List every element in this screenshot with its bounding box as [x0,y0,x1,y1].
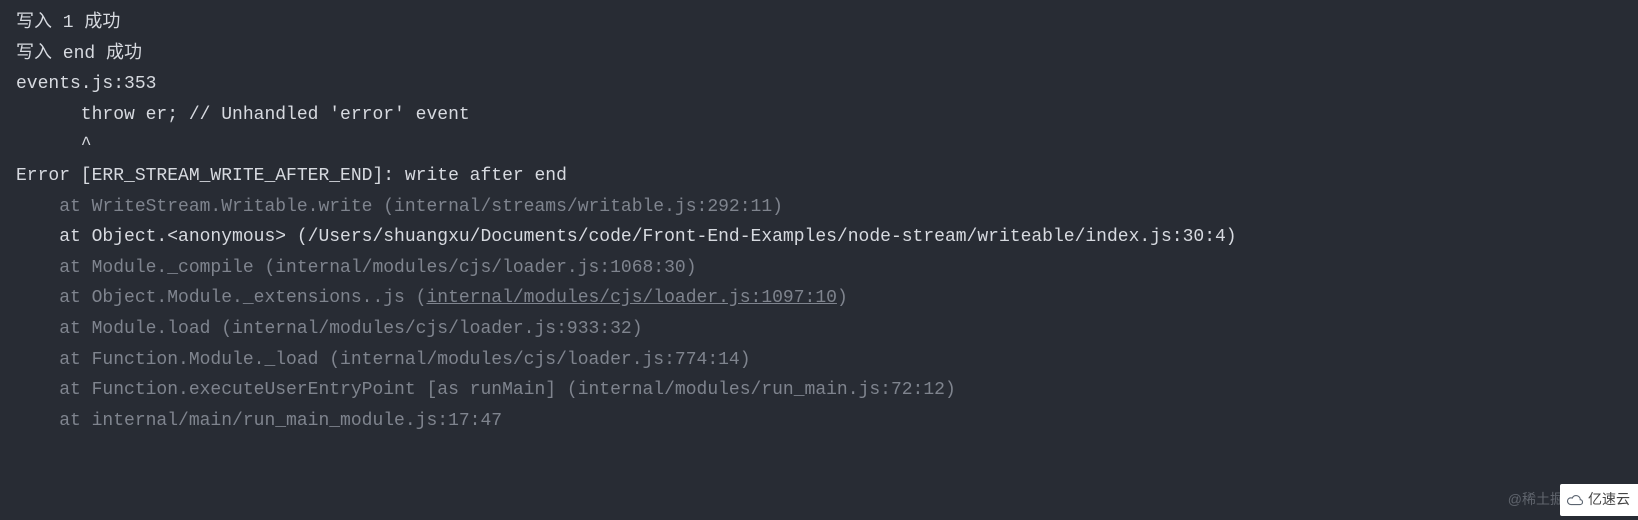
terminal-line-1: 写入 end 成功 [16,39,1622,70]
terminal-line-8: at Object.<anonymous> (/Users/shuangxu/D… [16,222,1622,253]
terminal-line-4: ^ [16,130,1622,161]
watermark-yisu-text: 亿速云 [1588,488,1630,512]
cloud-icon [1566,493,1584,507]
terminal-line-6: Error [ERR_STREAM_WRITE_AFTER_END]: writ… [16,161,1622,192]
watermark-yisu: 亿速云 [1560,484,1638,516]
terminal-line-3: throw er; // Unhandled 'error' event [16,100,1622,131]
terminal-line-10: at Object.Module._extensions..js (intern… [16,283,1622,314]
terminal-line-14: at internal/main/run_main_module.js:17:4… [16,406,1622,437]
terminal-line-0: 写入 1 成功 [16,8,1622,39]
terminal-line-2: events.js:353 [16,69,1622,100]
terminal-line-13: at Function.executeUserEntryPoint [as ru… [16,375,1622,406]
terminal-line-7: at WriteStream.Writable.write (internal/… [16,192,1622,223]
terminal-line-9: at Module._compile (internal/modules/cjs… [16,253,1622,284]
stack-link[interactable]: internal/modules/cjs/loader.js:1097:10 [426,288,836,308]
terminal-output[interactable]: 写入 1 成功写入 end 成功events.js:353 throw er; … [16,8,1622,436]
terminal-line-11: at Module.load (internal/modules/cjs/loa… [16,314,1622,345]
terminal-line-12: at Function.Module._load (internal/modul… [16,345,1622,376]
